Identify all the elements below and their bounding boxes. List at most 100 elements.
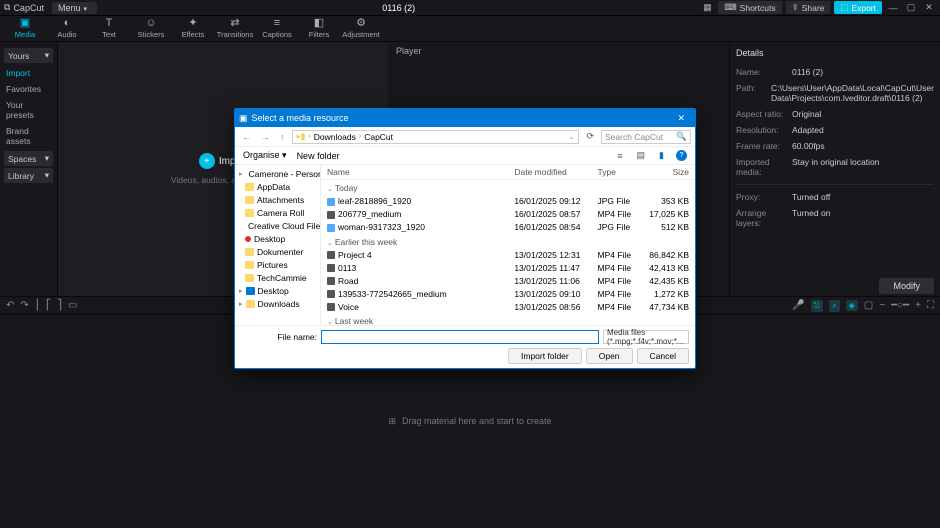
sidebar-item-brand[interactable]: Brand assets: [2, 123, 55, 149]
view-details-icon[interactable]: ▮: [657, 150, 666, 161]
help-icon[interactable]: ?: [676, 150, 687, 161]
tab-transitions[interactable]: ⇄Transitions: [214, 18, 256, 39]
tab-captions[interactable]: ≡Captions: [256, 18, 298, 39]
tree-label: Attachments: [257, 195, 304, 205]
chevron-down-icon[interactable]: ⌄: [569, 133, 575, 141]
details-title: Details: [736, 46, 934, 64]
capcut-icon: ⧉: [4, 2, 10, 13]
filename-input[interactable]: [321, 330, 599, 344]
close-icon[interactable]: ✕: [922, 1, 936, 15]
layout-icon[interactable]: ▦: [700, 1, 714, 15]
snap-icon[interactable]: ◈: [846, 300, 858, 311]
shortcuts-button[interactable]: ⌨Shortcuts: [718, 1, 781, 14]
path-bar[interactable]: ▸▮ › Downloads › CapCut ⌄: [292, 130, 580, 144]
export-button[interactable]: ⬚Export: [834, 1, 882, 14]
details-row: Resolution:Adapted: [736, 122, 934, 138]
view-compact-icon[interactable]: ▤: [635, 150, 648, 161]
file-row[interactable]: 206779_medium16/01/2025 08:57MP4 File17,…: [321, 208, 695, 221]
search-input[interactable]: Search CapCut🔍: [601, 130, 691, 144]
file-group[interactable]: ⌄Last week: [321, 313, 695, 325]
zoom-out-icon[interactable]: −: [879, 300, 885, 311]
share-button[interactable]: ⇪Share: [786, 1, 831, 14]
split-icon[interactable]: ⎮: [35, 300, 40, 311]
filetype-dropdown[interactable]: Media files (*.mpg;*.f4v;*.mov;*...: [603, 330, 689, 344]
magnet-icon[interactable]: ⌕: [829, 300, 839, 312]
dialog-body: ▸Camerone - PersonalAppData AttachmentsCa…: [235, 165, 695, 325]
undo-icon[interactable]: ↶: [6, 300, 14, 311]
sidebar-item-presets[interactable]: Your presets: [2, 97, 55, 123]
spaces-dropdown[interactable]: Spaces▾: [4, 151, 53, 166]
file-row[interactable]: 011313/01/2025 11:47MP4 File42,413 KB: [321, 261, 695, 274]
nav-up-icon[interactable]: ↑: [277, 132, 288, 142]
file-group[interactable]: ⌄Today: [321, 180, 695, 195]
tree-node[interactable]: ▸Desktop: [235, 284, 320, 297]
redo-icon[interactable]: ↷: [20, 300, 28, 311]
tab-text[interactable]: TText: [88, 18, 130, 39]
tree-node[interactable]: Creative Cloud Files: [235, 219, 320, 232]
preview-icon[interactable]: ▢: [864, 300, 873, 311]
col-size[interactable]: Size: [640, 165, 695, 180]
file-row[interactable]: Project 413/01/2025 12:31MP4 File86,842 …: [321, 248, 695, 261]
view-list-icon[interactable]: ≡: [615, 151, 624, 161]
tab-media[interactable]: ▣Media: [4, 18, 46, 39]
minimize-icon[interactable]: —: [886, 1, 900, 15]
tree-node[interactable]: Attachments: [235, 193, 320, 206]
nav-back-icon[interactable]: ←: [239, 132, 254, 142]
tree-node[interactable]: AppData: [235, 180, 320, 193]
tab-effects[interactable]: ✦Effects: [172, 18, 214, 39]
fit-icon[interactable]: ⛶: [927, 300, 934, 311]
zoom-slider[interactable]: ━○━: [891, 300, 909, 311]
tree-node[interactable]: Camera Roll: [235, 206, 320, 219]
cut-right-icon[interactable]: ⎤: [57, 300, 62, 311]
file-row[interactable]: Road13/01/2025 11:06MP4 File42,435 KB: [321, 274, 695, 287]
file-group[interactable]: ⌄Earlier this week: [321, 234, 695, 249]
tab-adjustment[interactable]: ⚙Adjustment: [340, 18, 382, 39]
cut-left-icon[interactable]: ⎡: [46, 300, 51, 311]
tree-node[interactable]: ▸Downloads: [235, 297, 320, 310]
sidebar-item-favorites[interactable]: Favorites: [2, 81, 55, 97]
maximize-icon[interactable]: ▢: [904, 1, 918, 15]
delete-icon[interactable]: ▭: [68, 300, 77, 311]
sidebar-item-import[interactable]: Import: [2, 65, 55, 81]
path-segment[interactable]: CapCut: [364, 132, 393, 142]
dialog-close-icon[interactable]: ✕: [671, 113, 691, 124]
new-folder-button[interactable]: New folder: [297, 151, 340, 161]
col-date[interactable]: Date modified: [508, 165, 591, 180]
folder-icon: [246, 287, 255, 295]
zoom-in-icon[interactable]: +: [915, 300, 921, 311]
folder-icon: [245, 196, 254, 204]
chevron-down-icon: ▾: [45, 50, 49, 61]
file-row[interactable]: woman-9317323_192016/01/2025 08:54JPG Fi…: [321, 221, 695, 234]
cancel-button[interactable]: Cancel: [637, 348, 689, 364]
details-row: Path:C:\Users\User\AppData\Local\CapCut\…: [736, 80, 934, 106]
import-icon: +: [199, 153, 215, 169]
open-button[interactable]: Open: [586, 348, 633, 364]
folder-icon: [245, 236, 251, 242]
import-folder-button[interactable]: Import folder: [508, 348, 582, 364]
tree-node[interactable]: Desktop: [235, 232, 320, 245]
file-row[interactable]: 139533-772542665_medium13/01/2025 09:10M…: [321, 287, 695, 300]
tree-node[interactable]: ▸Camerone - Personal: [235, 167, 320, 180]
refresh-icon[interactable]: ⟳: [583, 131, 597, 142]
col-name[interactable]: Name: [321, 165, 508, 180]
tab-audio[interactable]: ◐Audio: [46, 18, 88, 39]
tree-node[interactable]: Dokumenter: [235, 245, 320, 258]
menu-button[interactable]: Menu: [52, 2, 97, 14]
link-icon[interactable]: ⎋: [811, 300, 823, 312]
nav-forward-icon[interactable]: →: [258, 132, 273, 142]
details-key: Frame rate:: [736, 141, 792, 151]
organise-menu[interactable]: Organise ▾: [243, 150, 287, 161]
tab-filters[interactable]: ◧Filters: [298, 18, 340, 39]
tree-node[interactable]: Pictures: [235, 258, 320, 271]
tree-node[interactable]: TechCammie: [235, 271, 320, 284]
col-type[interactable]: Type: [592, 165, 640, 180]
modify-button[interactable]: Modify: [879, 278, 934, 294]
file-row[interactable]: leaf-2818896_192016/01/2025 09:12JPG Fil…: [321, 195, 695, 208]
tree-label: Downloads: [258, 299, 300, 309]
library-dropdown[interactable]: Library▾: [4, 168, 53, 183]
mic-icon[interactable]: 🎤: [792, 300, 804, 311]
path-segment[interactable]: Downloads: [314, 132, 356, 142]
file-row[interactable]: Voice13/01/2025 08:56MP4 File47,734 KB: [321, 300, 695, 313]
yours-dropdown[interactable]: Yours▾: [4, 48, 53, 63]
tab-stickers[interactable]: ☺Stickers: [130, 18, 172, 39]
